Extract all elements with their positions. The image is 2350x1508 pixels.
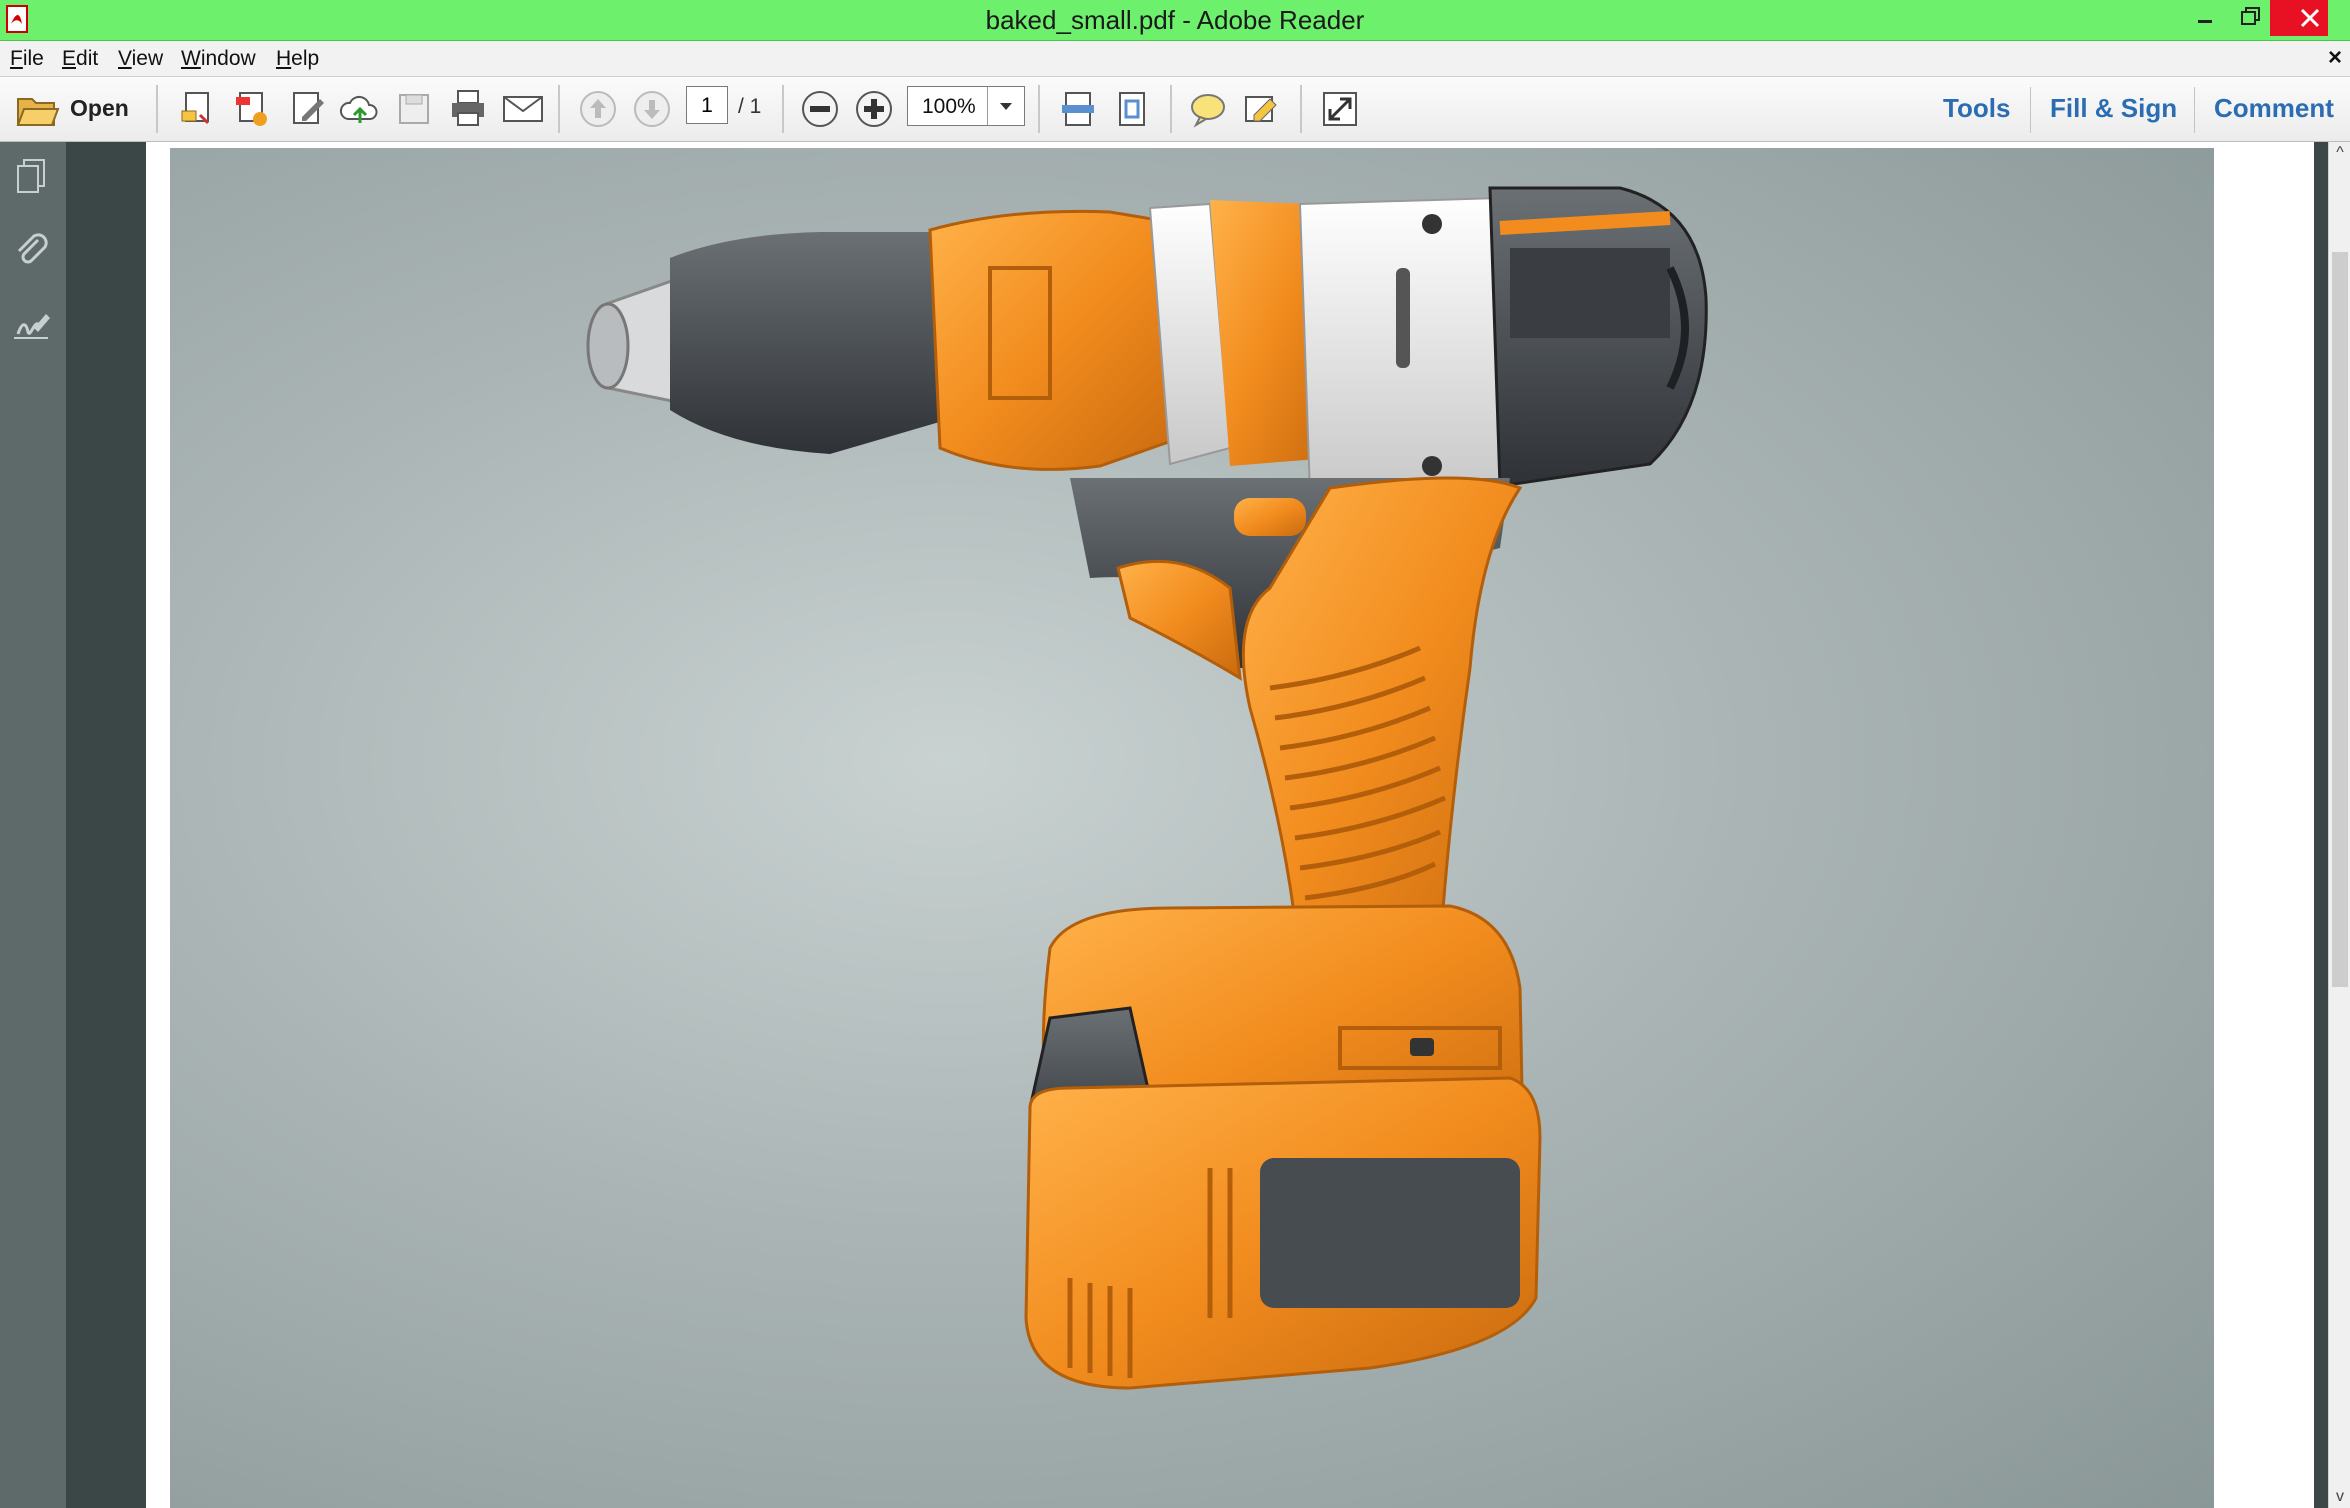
upload-cloud-icon <box>339 95 378 123</box>
save-icon <box>399 94 429 124</box>
email-button[interactable] <box>500 85 546 133</box>
toolbar-separator <box>1300 85 1302 133</box>
scroll-up-button[interactable]: ^ <box>2329 142 2350 164</box>
pages-icon <box>17 159 45 193</box>
document-close-button[interactable]: × <box>2322 45 2348 71</box>
zoom-select[interactable]: 100% <box>907 86 1025 126</box>
zoom-out-button[interactable] <box>798 85 842 133</box>
fullscreen-button[interactable] <box>1318 85 1362 133</box>
create-pdf-button[interactable] <box>176 85 220 133</box>
chevron-down-icon <box>1000 103 1012 110</box>
fullscreen-icon <box>1323 92 1357 126</box>
menu-bar: File Edit View Window Help × <box>0 41 2350 77</box>
signatures-button[interactable] <box>10 304 52 346</box>
page-image <box>170 148 2214 1508</box>
zoom-out-icon <box>802 91 838 127</box>
print-icon <box>452 90 484 126</box>
page-up-icon <box>580 91 616 127</box>
zoom-in-icon <box>856 91 892 127</box>
create-pdf-icon <box>181 92 210 125</box>
highlight-button[interactable] <box>1240 85 1284 133</box>
document-area[interactable] <box>68 142 2328 1508</box>
open-button[interactable] <box>14 85 60 133</box>
pdf-page <box>146 142 2314 1508</box>
combine-icon <box>236 92 267 126</box>
window-title: baked_small.pdf - Adobe Reader <box>985 5 1365 35</box>
page-down-icon <box>634 91 670 127</box>
zoom-in-button[interactable] <box>852 85 896 133</box>
menu-file[interactable]: File <box>10 41 44 76</box>
email-icon <box>503 96 543 122</box>
attachments-icon <box>17 233 48 264</box>
toolbar-separator <box>558 85 560 133</box>
toolbar-separator <box>1038 85 1040 133</box>
scroll-thumb[interactable] <box>2332 252 2348 987</box>
signatures-icon <box>14 314 50 339</box>
highlight-icon <box>1245 96 1277 122</box>
close-icon <box>2300 8 2320 28</box>
vertical-scrollbar[interactable]: ^ v <box>2328 142 2350 1508</box>
previous-page-button[interactable] <box>576 85 620 133</box>
menu-view[interactable]: View <box>118 41 163 76</box>
fit-page-button[interactable] <box>1110 85 1154 133</box>
pages-button[interactable] <box>10 156 52 198</box>
toolbar-separator <box>1170 85 1172 133</box>
toolbar: Open 1 / 1 100% Tools Fill & Sign Commen… <box>0 77 2350 142</box>
folder-open-icon <box>16 98 60 126</box>
edit-icon <box>293 92 324 124</box>
menu-window[interactable]: Window <box>181 41 256 76</box>
fill-sign-link[interactable]: Fill & Sign <box>2050 93 2177 124</box>
tools-link[interactable]: Tools <box>1943 93 2010 124</box>
toolbar-separator <box>156 85 158 133</box>
scroll-down-button[interactable]: v <box>2329 1486 2350 1508</box>
fit-page-icon <box>1119 92 1145 126</box>
drill-illustration <box>586 186 1708 1390</box>
navigation-panel <box>0 142 68 1508</box>
fit-width-icon <box>1062 92 1094 126</box>
sticky-note-button[interactable] <box>1186 85 1230 133</box>
page-total: / 1 <box>738 95 762 118</box>
sticky-note-icon <box>1191 94 1225 128</box>
toolbar-separator <box>2194 87 2195 133</box>
menu-help[interactable]: Help <box>276 41 319 76</box>
toolbar-separator <box>782 85 784 133</box>
print-button[interactable] <box>446 85 490 133</box>
page-number-input[interactable]: 1 <box>686 86 728 124</box>
zoom-value: 100% <box>922 95 976 118</box>
edit-button[interactable] <box>286 85 330 133</box>
open-label[interactable]: Open <box>70 95 129 122</box>
close-button[interactable] <box>2270 0 2328 36</box>
toolbar-separator <box>2030 87 2031 133</box>
zoom-dropdown-button[interactable] <box>987 87 1024 125</box>
combine-button[interactable] <box>230 85 274 133</box>
menu-edit[interactable]: Edit <box>62 41 98 76</box>
attachments-button[interactable] <box>10 230 52 272</box>
fit-width-button[interactable] <box>1056 85 1100 133</box>
next-page-button[interactable] <box>630 85 674 133</box>
comment-link[interactable]: Comment <box>2214 93 2334 124</box>
upload-button[interactable] <box>338 85 382 133</box>
title-bar: baked_small.pdf - Adobe Reader <box>0 0 2350 41</box>
save-button[interactable] <box>392 85 436 133</box>
